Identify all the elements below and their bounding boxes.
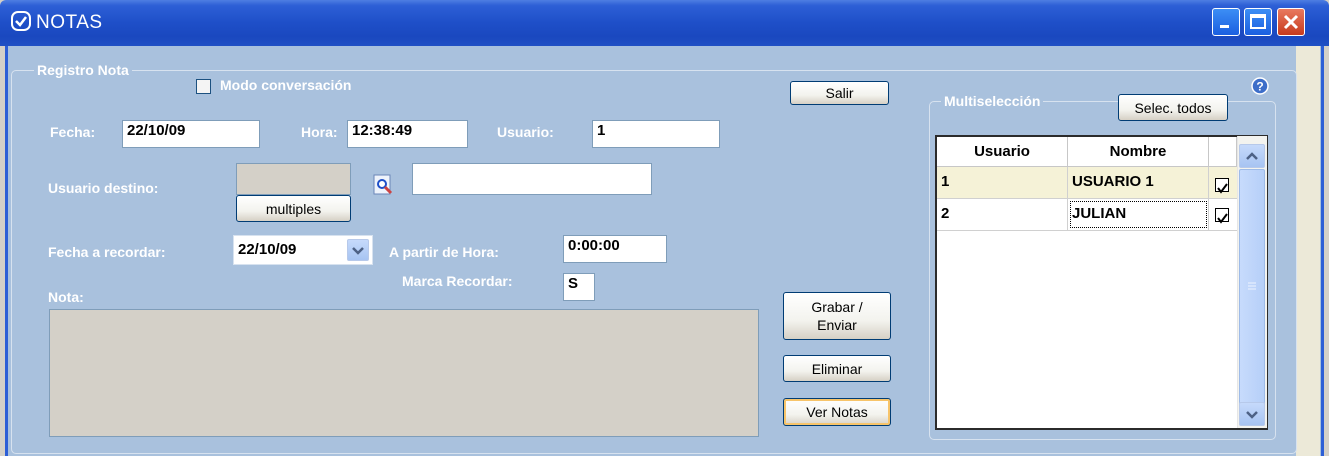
nota-textarea[interactable] [49,309,759,437]
usuario-field[interactable]: 1 [592,120,720,148]
check-icon [1217,183,1228,194]
hora-field[interactable]: 12:38:49 [347,120,468,148]
marca-recordar-field[interactable]: S [563,273,595,301]
row-nombre: JULIAN [1068,199,1209,230]
grip-icon [1248,282,1256,290]
fecha-recordar-value: 22/10/09 [238,241,297,258]
usuario-label: Usuario: [497,124,554,140]
marca-recordar-label: Marca Recordar: [402,273,513,289]
fecha-field[interactable]: 22/10/09 [122,120,260,148]
check-icon [1217,213,1228,224]
scroll-up-button[interactable] [1239,144,1265,168]
select-all-button[interactable]: Selec. todos [1118,94,1228,121]
maximize-button[interactable] [1244,8,1272,36]
modo-conversacion-label: Modo conversación [220,77,352,93]
close-button[interactable] [1277,8,1305,36]
svg-text:?: ? [1256,80,1263,94]
table-row[interactable]: 2 JULIAN [937,199,1246,231]
salir-button[interactable]: Salir [790,81,889,105]
row-usuario: 1 [937,167,1068,198]
notas-window: NOTAS Registro Nota Modo conversación ? … [0,0,1329,456]
close-icon [1283,14,1299,30]
row-usuario: 2 [937,199,1068,230]
usuario-destino-field[interactable] [236,163,351,195]
window-right-strip [1296,46,1320,456]
a-partir-hora-label: A partir de Hora: [389,244,499,260]
grabar-enviar-button[interactable]: Grabar / Enviar [783,292,891,340]
fecha-label: Fecha: [50,124,96,140]
scroll-thumb[interactable] [1239,169,1265,406]
grid-vertical-scrollbar[interactable] [1237,136,1267,428]
search-magnifier-icon[interactable] [373,174,395,200]
users-grid: Usuario Nombre 1 USUARIO 1 2 JULIAN [935,135,1268,430]
chevron-down-icon [1246,411,1258,419]
multiples-button[interactable]: multiples [236,195,351,222]
a-partir-hora-field[interactable]: 0:00:00 [563,235,667,263]
chevron-up-icon [1246,152,1258,160]
registro-nota-label: Registro Nota [34,62,132,78]
header-check [1209,137,1237,167]
minimize-button[interactable] [1212,8,1240,36]
usuario-destino-name-field[interactable] [412,163,652,195]
usuario-destino-label: Usuario destino: [48,180,159,196]
multiseleccion-label: Multiselección [941,93,1044,109]
window-title: NOTAS [36,12,103,33]
scroll-down-button[interactable] [1239,402,1265,426]
enviar-label: Enviar [817,317,857,333]
eliminar-button[interactable]: Eliminar [783,355,891,382]
row-nombre: USUARIO 1 [1068,167,1209,198]
header-nombre[interactable]: Nombre [1068,137,1209,167]
title-bar[interactable]: NOTAS [0,0,1329,46]
table-row[interactable]: 1 USUARIO 1 [937,167,1246,199]
grabar-label: Grabar / [811,299,863,315]
row-checkbox[interactable] [1215,208,1229,224]
fecha-recordar-label: Fecha a recordar: [48,244,166,260]
header-usuario[interactable]: Usuario [937,137,1068,167]
help-icon[interactable]: ? [1250,76,1270,100]
notes-check-icon [10,10,32,32]
ver-notas-button[interactable]: Ver Notas [783,398,891,426]
modo-conversacion-checkbox[interactable] [196,79,211,94]
nota-label: Nota: [48,289,84,305]
row-checkbox[interactable] [1215,178,1229,194]
maximize-icon [1250,14,1266,29]
minimize-icon [1220,25,1229,28]
hora-label: Hora: [301,124,338,140]
chevron-down-icon[interactable] [347,239,369,261]
